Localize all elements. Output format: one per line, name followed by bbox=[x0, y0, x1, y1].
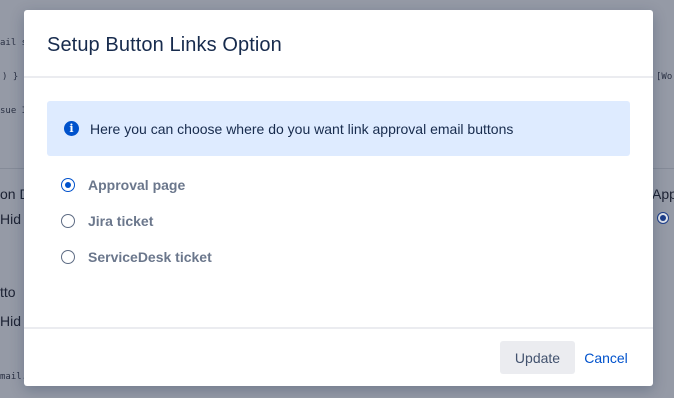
info-banner: i Here you can choose where do you want … bbox=[47, 101, 630, 156]
footer-divider bbox=[24, 327, 653, 329]
radio-unchecked-icon[interactable] bbox=[61, 250, 75, 264]
bg-radio-icon bbox=[657, 212, 669, 224]
radio-unchecked-icon[interactable] bbox=[61, 214, 75, 228]
info-icon: i bbox=[64, 121, 79, 136]
option-servicedesk-ticket[interactable]: ServiceDesk ticket bbox=[61, 246, 212, 268]
cancel-button[interactable]: Cancel bbox=[576, 341, 636, 374]
update-button[interactable]: Update bbox=[500, 341, 575, 374]
bg-text: tto bbox=[0, 284, 16, 300]
bg-text: Hid bbox=[0, 211, 22, 227]
dialog-title: Setup Button Links Option bbox=[47, 34, 282, 56]
option-label: Approval page bbox=[88, 177, 186, 193]
bg-text: [Wo bbox=[656, 72, 673, 82]
radio-checked-icon[interactable] bbox=[61, 178, 75, 192]
option-label: Jira ticket bbox=[88, 213, 154, 229]
option-jira-ticket[interactable]: Jira ticket bbox=[61, 210, 153, 232]
info-message: Here you can choose where do you want li… bbox=[90, 121, 514, 137]
option-approval-page[interactable]: Approval page bbox=[61, 174, 185, 196]
option-label: ServiceDesk ticket bbox=[88, 249, 212, 265]
bg-text: ) } bbox=[2, 72, 19, 82]
bg-text: Hid bbox=[0, 313, 22, 329]
setup-button-links-dialog: Setup Button Links Option i Here you can… bbox=[24, 10, 653, 386]
bg-divider bbox=[0, 168, 24, 169]
bg-text: App bbox=[652, 186, 674, 202]
bg-divider bbox=[653, 168, 674, 169]
header-divider bbox=[24, 76, 653, 78]
